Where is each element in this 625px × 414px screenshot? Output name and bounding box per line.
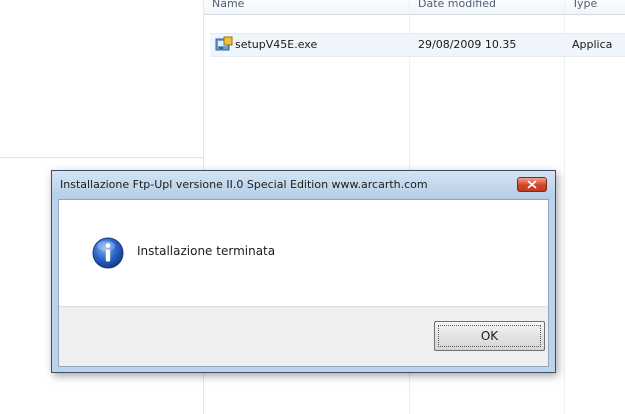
file-row[interactable]: setupV45E.exe 29/08/2009 10.35 Applica bbox=[210, 33, 625, 57]
column-header-type[interactable]: Type bbox=[572, 0, 625, 14]
dialog-title-bar[interactable]: Installazione Ftp-Upl versione II.0 Spec… bbox=[52, 171, 555, 199]
dialog-button-bar: OK bbox=[59, 306, 548, 366]
ok-button[interactable]: OK bbox=[434, 321, 545, 351]
message-dialog: Installazione Ftp-Upl versione II.0 Spec… bbox=[51, 170, 556, 373]
column-header-date-modified[interactable]: Date modified bbox=[418, 0, 564, 14]
info-icon bbox=[92, 237, 124, 269]
column-header-name[interactable]: Name bbox=[212, 0, 412, 14]
installer-icon bbox=[215, 36, 233, 51]
close-button[interactable] bbox=[517, 177, 547, 192]
column-header-row: Name Date modified Type bbox=[204, 0, 625, 15]
column-divider bbox=[564, 0, 565, 414]
nav-separator bbox=[0, 157, 203, 158]
file-name[interactable]: setupV45E.exe bbox=[235, 34, 317, 56]
message-area: Installazione terminata bbox=[59, 200, 548, 306]
dialog-title: Installazione Ftp-Upl versione II.0 Spec… bbox=[60, 178, 428, 191]
dialog-client-area: Installazione terminata OK bbox=[58, 199, 549, 367]
dialog-message: Installazione terminata bbox=[137, 244, 276, 258]
file-date-modified: 29/08/2009 10.35 bbox=[418, 38, 517, 51]
close-icon bbox=[527, 180, 537, 189]
file-type: Applica bbox=[572, 38, 613, 51]
